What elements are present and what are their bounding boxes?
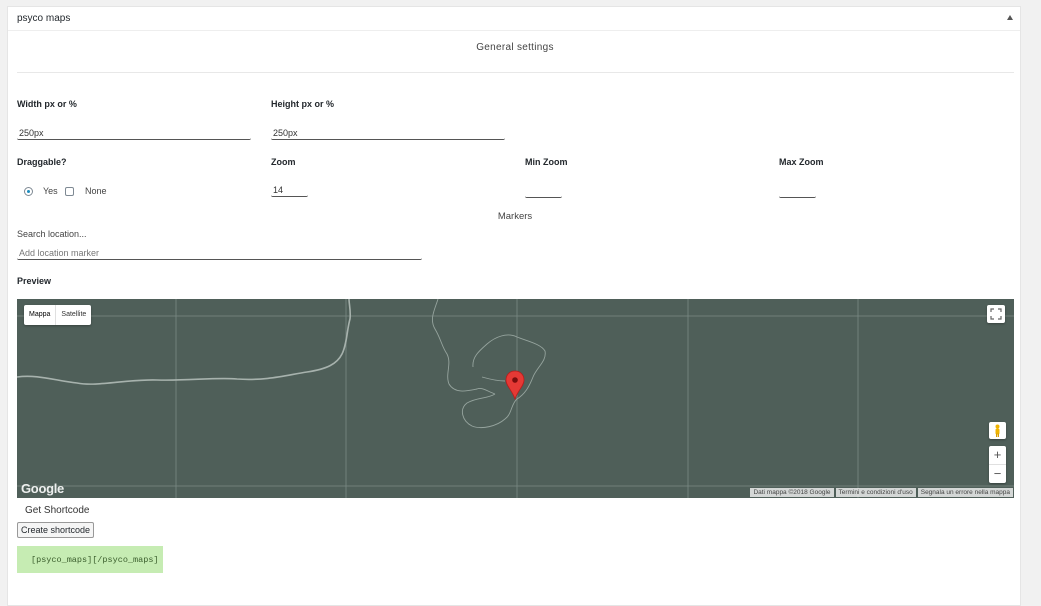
zoom-input[interactable] [271, 183, 308, 197]
search-location-input[interactable] [17, 246, 422, 260]
divider [17, 72, 1014, 73]
draggable-none-label: None [85, 186, 107, 196]
general-settings-heading: General settings [476, 42, 554, 53]
zoom-in-button[interactable]: + [989, 446, 1006, 465]
width-label: Width px or % [17, 99, 77, 109]
map-preview[interactable]: Mappa Satellite + − Google Dati mappa ©2… [17, 299, 1014, 498]
draggable-none-checkbox[interactable] [65, 187, 74, 196]
height-label: Height px or % [271, 99, 335, 109]
preview-label: Preview [17, 276, 52, 286]
map-type-satellite-button[interactable]: Satellite [56, 305, 91, 325]
zoom-label: Zoom [271, 157, 296, 167]
width-input[interactable] [17, 126, 251, 140]
map-data-attribution: Dati mappa ©2018 Google [750, 488, 834, 497]
draggable-yes-label: Yes [43, 186, 58, 196]
get-shortcode-heading: Get Shortcode [25, 505, 90, 516]
fullscreen-button[interactable] [987, 305, 1005, 323]
street-view-button[interactable] [989, 422, 1006, 439]
google-logo: Google [21, 481, 64, 496]
markers-heading: Markers [497, 211, 533, 222]
draggable-yes-radio[interactable] [24, 187, 33, 196]
triangle-up-icon[interactable] [1007, 15, 1013, 20]
map-type-control: Mappa Satellite [24, 305, 92, 325]
map-report-link[interactable]: Segnala un errore nella mappa [917, 488, 1013, 497]
search-location-label: Search location... [17, 229, 87, 239]
psyco-maps-panel: psyco maps General settings Width px or … [7, 6, 1021, 606]
create-shortcode-button[interactable]: Create shortcode [17, 522, 94, 538]
zoom-out-button[interactable]: − [989, 465, 1006, 483]
map-terms-link[interactable]: Termini e condizioni d'uso [835, 488, 916, 497]
draggable-label: Draggable? [17, 157, 67, 167]
map-marker-icon[interactable] [505, 370, 525, 400]
max-zoom-label: Max Zoom [779, 157, 824, 167]
min-zoom-label: Min Zoom [525, 157, 568, 167]
panel-title: psyco maps [17, 13, 71, 24]
height-input[interactable] [271, 126, 505, 140]
shortcode-output: [psyco_maps][/psyco_maps] [31, 555, 159, 565]
pegman-icon [995, 424, 1000, 437]
max-zoom-input[interactable] [779, 184, 816, 198]
panel-header[interactable]: psyco maps [8, 7, 1020, 31]
min-zoom-input[interactable] [525, 184, 562, 198]
map-type-map-button[interactable]: Mappa [24, 305, 57, 325]
zoom-control: + − [989, 446, 1006, 483]
map-attribution: Dati mappa ©2018 Google Termini e condiz… [750, 488, 1013, 497]
shortcode-output-box: [psyco_maps][/psyco_maps] [17, 546, 163, 573]
fullscreen-icon [990, 308, 1002, 320]
